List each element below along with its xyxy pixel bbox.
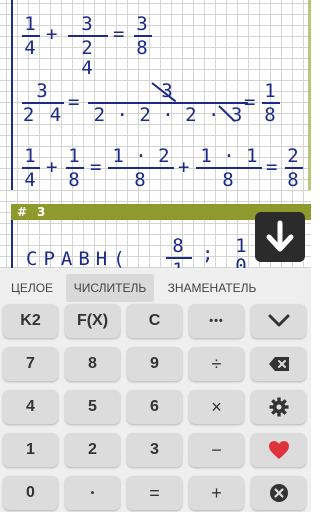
tab-numerator[interactable]: ЧИСЛИТЕЛЬ xyxy=(66,274,154,302)
plus-sign: + xyxy=(46,23,58,45)
keyboard-tabs: ЦЕЛОЕ ЧИСЛИТЕЛЬ ЗНАМЕНАТЕЛЬ xyxy=(0,271,311,302)
math-keyboard: ЦЕЛОЕ ЧИСЛИТЕЛЬ ЗНАМЕНАТЕЛЬ K2 F(X) C ••… xyxy=(0,268,311,512)
fraction: 18 xyxy=(262,81,280,125)
compare-command: СРАВН( xyxy=(26,248,131,268)
key-clear[interactable]: C xyxy=(127,304,182,338)
equals-sign: = xyxy=(113,23,125,45)
notebook-margin-line xyxy=(11,220,13,268)
fraction: 81 5 xyxy=(166,236,192,268)
key-2[interactable]: 2 xyxy=(65,433,120,467)
key-8[interactable]: 8 xyxy=(65,347,120,381)
tab-integer[interactable]: ЦЕЛОЕ xyxy=(4,274,60,302)
equals-sign: = xyxy=(266,156,278,178)
fraction: 32 4 xyxy=(68,14,108,78)
fraction: 1 · 18 xyxy=(196,146,262,190)
key-1[interactable]: 1 xyxy=(3,433,58,467)
key-5[interactable]: 5 xyxy=(65,390,120,424)
key-equals[interactable]: = xyxy=(127,476,182,510)
notebook-edge xyxy=(308,0,311,190)
fraction: 18 xyxy=(66,146,84,190)
key-plus[interactable]: + xyxy=(189,476,244,510)
key-more[interactable]: ••• xyxy=(189,304,244,338)
key-7[interactable]: 7 xyxy=(3,347,58,381)
gear-icon xyxy=(269,397,288,417)
key-multiply[interactable]: × xyxy=(189,390,244,424)
key-4[interactable]: 4 xyxy=(3,390,58,424)
equals-sign: = xyxy=(244,91,256,113)
card-hash: # xyxy=(17,205,28,219)
plus-sign: + xyxy=(178,156,190,178)
close-circle-icon xyxy=(269,484,288,502)
chevron-down-icon xyxy=(268,314,289,327)
settings-button[interactable] xyxy=(251,390,306,424)
heart-icon xyxy=(268,441,289,459)
fraction: 32 4 xyxy=(22,80,64,126)
key-minus[interactable]: − xyxy=(189,433,244,467)
equals-sign: = xyxy=(90,156,102,178)
fraction: 14 xyxy=(22,14,40,58)
fraction: 32 · 2 · 2 · 3 xyxy=(88,81,248,125)
notebook-area[interactable]: 14 + 32 4 = 38 32 4 = 32 · 2 · 2 · 3 = 1… xyxy=(0,0,311,268)
favorite-button[interactable] xyxy=(251,433,306,467)
fraction: 1 · 28 xyxy=(108,146,174,190)
backspace-icon xyxy=(268,357,289,371)
fraction: 14 xyxy=(22,146,40,190)
equals-sign: = xyxy=(68,91,80,113)
key-9[interactable]: 9 xyxy=(127,347,182,381)
hide-keyboard-button[interactable] xyxy=(251,304,306,338)
card-number: 3 xyxy=(37,205,46,219)
key-6[interactable]: 6 xyxy=(127,390,182,424)
key-k2[interactable]: K2 xyxy=(3,304,58,338)
notebook-margin-line xyxy=(11,0,13,190)
close-button[interactable] xyxy=(251,476,306,510)
separator: ; xyxy=(202,243,214,265)
backspace-button[interactable] xyxy=(251,347,306,381)
key-divide[interactable]: ÷ xyxy=(189,347,244,381)
key-3[interactable]: 3 xyxy=(127,433,182,467)
key-0[interactable]: 0 xyxy=(3,476,58,510)
plus-sign: + xyxy=(46,156,58,178)
scroll-down-button[interactable] xyxy=(255,212,305,262)
key-dot[interactable]: • xyxy=(65,476,120,510)
key-fx[interactable]: F(X) xyxy=(65,304,120,338)
fraction: 38 xyxy=(134,14,152,58)
arrow-down-icon xyxy=(266,220,294,252)
fraction: 28 xyxy=(285,146,303,190)
tab-denominator[interactable]: ЗНАМЕНАТЕЛЬ xyxy=(160,274,264,302)
